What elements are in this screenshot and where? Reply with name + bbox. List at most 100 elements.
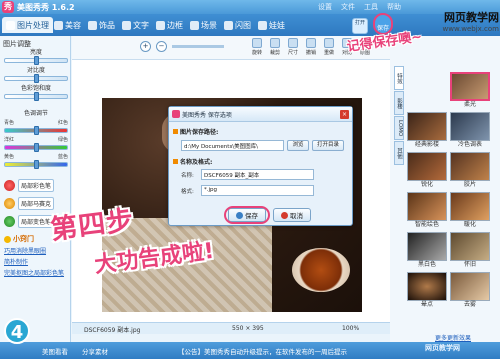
tip-link[interactable]: 简朴制作 (4, 257, 68, 266)
slider-handle[interactable] (34, 92, 39, 101)
brightness-slider-row: 亮度 (4, 49, 68, 65)
effect-label: 经典影楼 (414, 141, 439, 148)
local-color-pen-button[interactable]: 局部彩色笔 (4, 178, 66, 192)
tab-scene[interactable]: 场景 (186, 17, 221, 33)
status-filename: DSCF6059 副本.jpg (84, 327, 141, 334)
more-effects-link[interactable]: 更多更新效果 (435, 333, 471, 342)
open-button[interactable]: 打开 (352, 18, 368, 34)
magenta-green-slider[interactable] (4, 143, 68, 152)
tab-studio[interactable]: 影楼 (394, 91, 404, 115)
zoom-out-icon[interactable]: − (156, 41, 167, 52)
slider-handle[interactable] (34, 74, 39, 83)
effect-thumb[interactable]: 柔光 (450, 72, 490, 111)
effects-category-tabs: 特效 影楼 LOMO 其他 (394, 66, 404, 166)
yellow-blue-slider[interactable] (4, 160, 68, 169)
mosaic-icon (4, 197, 15, 209)
menu-settings[interactable]: 设置 (318, 2, 332, 12)
effect-thumb[interactable]: 冷色调表 (450, 112, 490, 151)
contrast-slider[interactable] (4, 74, 68, 83)
undo-icon (306, 38, 316, 48)
slider-handle[interactable] (34, 56, 39, 65)
scene-icon (190, 20, 199, 30)
tab-text[interactable]: 文字 (118, 17, 153, 33)
menu-help[interactable]: 帮助 (387, 2, 401, 12)
brightness-slider[interactable] (4, 56, 68, 65)
effect-thumb[interactable]: 锐化 (407, 152, 447, 191)
saturation-slider[interactable] (4, 92, 68, 101)
bullet-icon (173, 129, 178, 134)
color-pen-icon (4, 179, 15, 191)
button-label: 局部彩色笔 (18, 178, 55, 192)
slider-handle[interactable] (34, 160, 39, 169)
zoom-slider[interactable] (172, 45, 224, 48)
step-number-badge: 4 (4, 318, 30, 344)
name-section-label: 名称及格式: (173, 157, 212, 166)
slider-min-label: 洋红 (4, 137, 15, 143)
recolor-pen-icon (4, 215, 15, 227)
tab-label: 边框 (167, 20, 183, 30)
zoom-in-icon[interactable]: + (140, 41, 151, 52)
saturation-slider-row: 色彩饱和度 (4, 85, 68, 101)
file-name-field[interactable]: DSCF6059 副本_副本 (201, 169, 314, 180)
tab-lomo[interactable]: LOMO (394, 116, 404, 140)
browse-button[interactable]: 浏览 (287, 140, 309, 151)
cancel-button[interactable]: 取消 (273, 208, 311, 222)
bullet-icon (173, 159, 178, 164)
tip-link[interactable]: 完美抠图之局部彩色笔 (4, 268, 68, 277)
redo-tool[interactable]: 重做 (320, 38, 338, 56)
crop-tool[interactable]: 裁剪 (266, 38, 284, 56)
tab-effects[interactable]: 特效 (394, 66, 404, 90)
rotate-tool[interactable]: 旋转 (248, 38, 266, 56)
menu-file[interactable]: 文件 (341, 2, 355, 12)
menu-tools[interactable]: 工具 (364, 2, 378, 12)
tab-flash[interactable]: 闪图 (220, 17, 255, 33)
adjust-panel: 图片调整 亮度 对比度 色彩饱和度 色调调节 青色 红色 洋红 绿色 黄色 蓝色 局 (0, 36, 71, 342)
tip-link[interactable]: 巧用消除黑眼圈 (4, 246, 68, 255)
tab-other[interactable]: 其他 (394, 141, 404, 165)
tab-label: 图片处理 (17, 20, 49, 30)
effect-label: 柔光 (463, 101, 476, 108)
effect-thumb[interactable]: 暖化 (450, 192, 490, 231)
path-section-label: 图片保存路径: (173, 127, 218, 136)
effects-panel: 特效 影楼 LOMO 其他 柔光 经典影楼 冷色调表 锐化 胶片 智能绘色 暖化… (390, 36, 500, 342)
tab-doll[interactable]: 娃娃 (254, 17, 289, 33)
app-logo-icon: 秀 (2, 1, 14, 13)
close-icon[interactable]: × (340, 110, 349, 119)
undo-tool[interactable]: 撤销 (302, 38, 320, 56)
slider-handle[interactable] (34, 143, 39, 152)
cyan-red-slider[interactable] (4, 126, 68, 135)
effect-preview (450, 112, 490, 141)
effect-label: 冷色调表 (457, 141, 482, 148)
open-folder-button[interactable]: 打开目录 (312, 140, 344, 151)
format-select[interactable]: *.jpg (201, 185, 314, 196)
name-label: 名称: (181, 173, 194, 179)
text-icon (122, 20, 131, 30)
effect-thumb[interactable]: 晕点 (407, 272, 447, 311)
effect-thumb[interactable]: 智能绘色 (407, 192, 447, 231)
tab-label: 场景 (201, 20, 217, 30)
tool-label: 旋转 (251, 50, 262, 56)
tab-accessories[interactable]: 饰品 (84, 17, 119, 33)
effect-thumb[interactable]: 怀旧 (450, 232, 490, 271)
tab-image-edit[interactable]: 图片处理 (2, 17, 53, 33)
effect-preview (450, 272, 490, 301)
brand-name: 网页教学网 (444, 11, 499, 24)
tab-frame[interactable]: 边框 (152, 17, 187, 33)
effect-preview (407, 112, 447, 141)
slider-max-label: 绿色 (57, 137, 68, 143)
effect-thumb[interactable]: 黑白色 (407, 232, 447, 271)
tab-beauty[interactable]: 美容 (50, 17, 85, 33)
announcement-text[interactable]: 【公告】美图秀秀自动升级提示，在软件发布的一周后提示 (178, 346, 347, 356)
effect-thumb[interactable]: 胶片 (450, 152, 490, 191)
effect-thumb[interactable]: 经典影楼 (407, 112, 447, 151)
resize-tool[interactable]: 尺寸 (284, 38, 302, 56)
slider-max-label: 红色 (57, 120, 68, 126)
effect-label: 晕点 (420, 301, 433, 308)
meitu-viewer-link[interactable]: 美图看看 (42, 346, 68, 356)
save-path-field[interactable]: d:\My Documents\美图图库\ (181, 140, 284, 151)
slider-handle[interactable] (34, 126, 39, 135)
status-image-size: 550 × 395 (232, 325, 264, 332)
effect-thumb[interactable]: 去雾 (450, 272, 490, 311)
share-material-link[interactable]: 分享素材 (82, 346, 108, 356)
bottom-watermark: 网页教学网 (425, 344, 460, 352)
